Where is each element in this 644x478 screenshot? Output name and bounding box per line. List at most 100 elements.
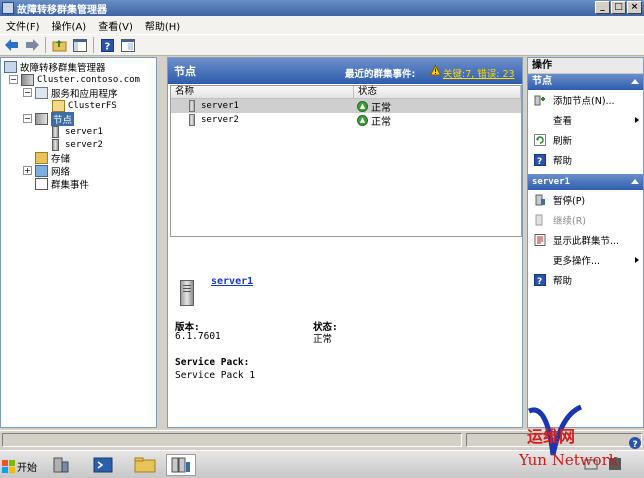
- help-tray-icon[interactable]: ?: [628, 436, 642, 450]
- network-icon: [35, 164, 48, 177]
- tree-nodes[interactable]: − 节点: [23, 111, 75, 126]
- close-button[interactable]: ×: [627, 1, 642, 14]
- powershell-task-icon[interactable]: [88, 454, 118, 476]
- action-more[interactable]: 更多操作...: [528, 250, 643, 270]
- service-pack-label: Service Pack:: [175, 357, 250, 368]
- section-label: 节点: [532, 76, 552, 87]
- menu-file[interactable]: 文件(F): [0, 18, 46, 33]
- explorer-task-icon[interactable]: [130, 454, 160, 476]
- start-button[interactable]: 开始: [0, 455, 37, 477]
- windows-logo-icon: [2, 459, 15, 473]
- server-icon: [189, 100, 195, 112]
- action-refresh[interactable]: 刷新: [528, 130, 643, 150]
- menu-bar: 文件(F) 操作(A) 查看(V) 帮助(H): [0, 16, 644, 34]
- cluster-manager-icon: [4, 60, 17, 73]
- collapse-caret-icon[interactable]: [631, 179, 639, 184]
- tree-services[interactable]: − 服务和应用程序: [23, 86, 118, 100]
- status-value: 正常: [313, 334, 333, 345]
- events-icon: [35, 177, 48, 190]
- tree-server2[interactable]: server2: [52, 138, 103, 151]
- recent-events-label: 最近的群集事件:: [345, 69, 416, 80]
- action-label: 添加节点(N)...: [553, 96, 615, 107]
- svg-text:?: ?: [105, 41, 111, 52]
- tree-events[interactable]: 群集事件: [35, 177, 89, 191]
- toolbar: ?: [0, 34, 644, 56]
- recent-events-link[interactable]: 关键:7, 错误: 23: [443, 66, 515, 80]
- svg-text:?: ?: [633, 440, 638, 450]
- menu-action[interactable]: 操作(A): [46, 18, 93, 33]
- action-view[interactable]: 查看: [528, 110, 643, 130]
- collapse-icon[interactable]: −: [23, 114, 32, 123]
- action-label: 更多操作...: [553, 256, 601, 267]
- actions-title: 操作: [528, 58, 643, 74]
- collapse-icon[interactable]: −: [23, 88, 32, 97]
- tree-root-label: 故障转移群集管理器: [20, 62, 106, 74]
- menu-view[interactable]: 查看(V): [92, 18, 139, 33]
- warning-icon: [430, 65, 441, 76]
- back-icon[interactable]: [3, 37, 20, 53]
- action-help-server[interactable]: ? 帮助: [528, 270, 643, 290]
- service-pack-value: Service Pack 1: [175, 370, 256, 381]
- action-resume[interactable]: 继续(R): [528, 210, 643, 230]
- cluster-manager-task-icon[interactable]: [166, 454, 196, 476]
- expand-icon[interactable]: +: [23, 166, 32, 175]
- up-folder-icon[interactable]: [51, 37, 68, 53]
- row-name: server2: [201, 115, 239, 125]
- server-large-icon: [180, 280, 194, 306]
- menu-help[interactable]: 帮助(H): [139, 18, 186, 33]
- row-name: server1: [201, 101, 239, 111]
- properties-icon[interactable]: [119, 37, 136, 53]
- tree-storage[interactable]: 存储: [35, 151, 70, 165]
- server-icon: [52, 125, 59, 138]
- toolbar-separator: [93, 37, 94, 53]
- action-show-events[interactable]: 显示此群集节...: [528, 230, 643, 250]
- server-manager-task-icon[interactable]: [46, 454, 76, 476]
- details-server-link[interactable]: server1: [211, 276, 253, 287]
- column-header-name[interactable]: 名称: [171, 86, 354, 99]
- submenu-arrow-icon: [635, 117, 639, 123]
- tree-cluster-label: Cluster.contoso.com: [37, 74, 140, 85]
- help-icon: ?: [534, 274, 546, 286]
- show-events-icon: [534, 234, 546, 246]
- collapse-caret-icon[interactable]: [631, 79, 639, 84]
- minimize-button[interactable]: _: [595, 1, 610, 14]
- watermark-subtext: Yun Network: [519, 451, 618, 469]
- action-pause[interactable]: 暂停(P): [528, 190, 643, 210]
- table-row[interactable]: server2 ▲ 正常: [171, 113, 521, 128]
- action-label: 显示此群集节...: [553, 236, 620, 247]
- tree-network[interactable]: + 网络: [23, 164, 70, 178]
- server-icon: [52, 138, 59, 151]
- svg-text:?: ?: [537, 277, 542, 286]
- add-node-icon: [534, 95, 545, 106]
- actions-section-server1[interactable]: server1: [528, 174, 643, 190]
- help-icon[interactable]: ?: [99, 37, 116, 53]
- forward-icon[interactable]: [23, 37, 40, 53]
- tree-nodes-label: 节点: [51, 111, 75, 126]
- tree-cluster[interactable]: − Cluster.contoso.com: [9, 73, 140, 86]
- watermark-text: 运维网: [527, 427, 576, 446]
- cluster-icon: [21, 73, 34, 86]
- tree-clusterfs[interactable]: ClusterFS: [52, 99, 117, 112]
- status-up-icon: ▲: [357, 114, 368, 126]
- collapse-icon[interactable]: −: [9, 75, 18, 84]
- maximize-button[interactable]: □: [611, 1, 626, 14]
- column-header-status[interactable]: 状态: [354, 86, 521, 99]
- table-row[interactable]: server1 ▲ 正常: [171, 99, 521, 114]
- submenu-arrow-icon: [635, 257, 639, 263]
- action-add-node[interactable]: 添加节点(N)...: [528, 90, 643, 110]
- pane-splitter[interactable]: [157, 57, 167, 428]
- tree-services-label: 服务和应用程序: [51, 88, 118, 100]
- console-tree: 故障转移群集管理器 − Cluster.contoso.com − 服务和应用程…: [0, 57, 157, 428]
- results-title: 节点: [174, 65, 196, 78]
- show-hide-console-tree-icon[interactable]: [71, 37, 88, 53]
- action-label: 帮助: [553, 276, 573, 287]
- pause-icon: [535, 194, 545, 206]
- action-help[interactable]: ? 帮助: [528, 150, 643, 170]
- file-server-icon: [52, 99, 65, 112]
- tree-server1[interactable]: server1: [52, 125, 103, 138]
- actions-section-nodes[interactable]: 节点: [528, 74, 643, 90]
- version-value: 6.1.7601: [175, 331, 221, 342]
- action-label: 查看: [553, 116, 573, 127]
- tree-root[interactable]: 故障转移群集管理器: [4, 60, 106, 74]
- results-pane: 节点 最近的群集事件: 关键:7, 错误: 23 名称 状态 server1 ▲…: [167, 57, 523, 428]
